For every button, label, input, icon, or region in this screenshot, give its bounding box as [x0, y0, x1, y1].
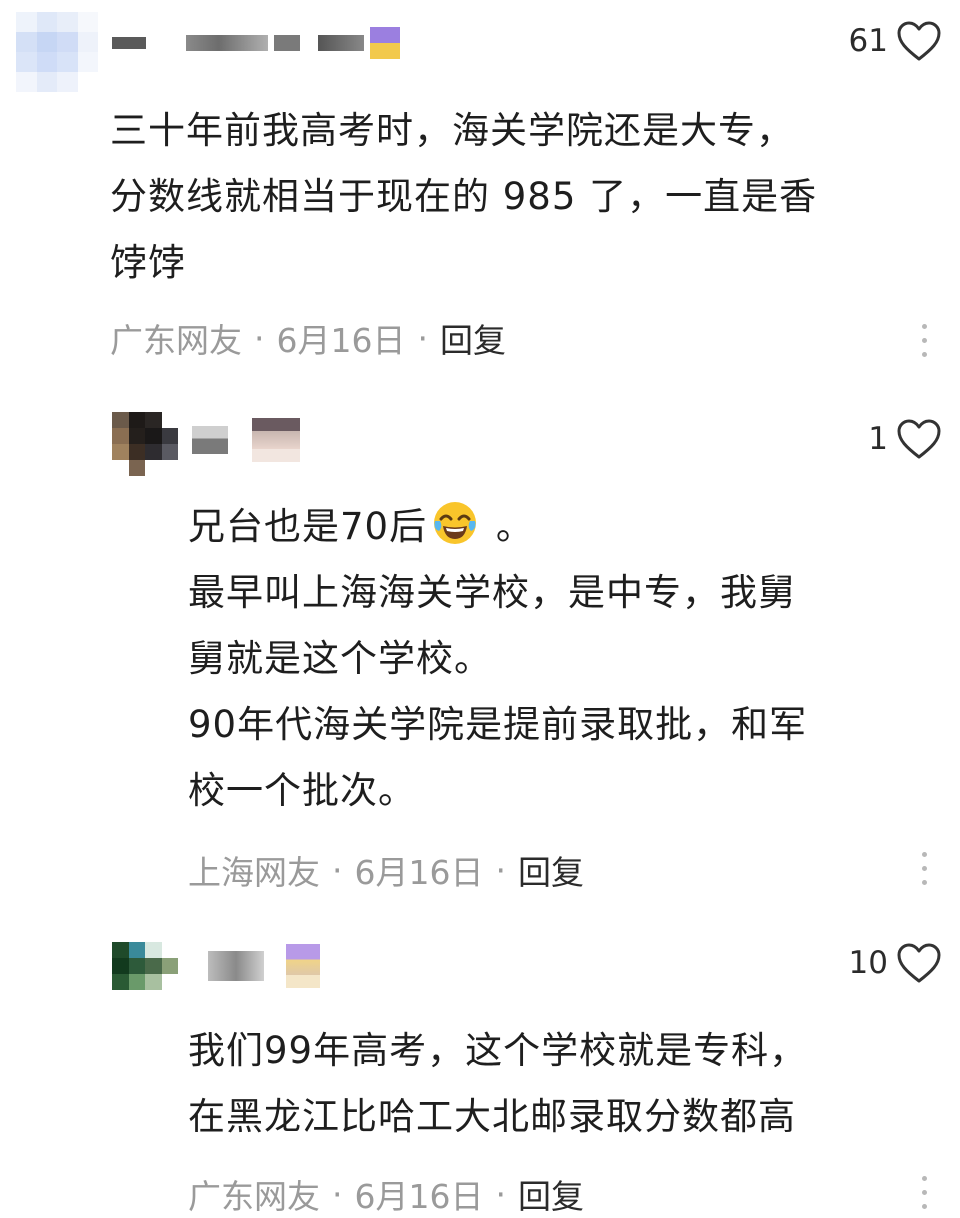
comment-location: 广东网友: [110, 321, 242, 360]
comment-meta: 上海网友 · 6月16日 · 回复: [188, 846, 584, 894]
separator-dot: ·: [495, 850, 507, 890]
comment-text: 我们99年高考，这个学校就是专科， 在黑龙江比哈工大北邮录取分数都高: [188, 1029, 808, 1138]
comment-text-part: 最早叫上海海关学校，是中专，我舅 舅就是这个学校。 90年代海关学院是提前录取批…: [188, 571, 808, 812]
username[interactable]: [192, 418, 300, 462]
comment-location: 上海网友: [188, 853, 320, 892]
heart-outline-icon: [896, 942, 942, 984]
more-vertical-icon[interactable]: [920, 1176, 928, 1209]
reply-button[interactable]: 回复: [518, 1170, 584, 1218]
comment-text: 兄台也是70后 。 最早叫上海海关学校，是中专，我舅 舅就是这个学校。 90年代…: [188, 494, 807, 824]
comment-text: 三十年前我高考时，海关学院还是大专， 分数线就相当于现在的 985 了，一直是香…: [110, 109, 818, 284]
like-button[interactable]: 10: [849, 942, 942, 984]
reply-button[interactable]: 回复: [440, 314, 506, 362]
avatar[interactable]: [112, 942, 178, 990]
more-vertical-icon[interactable]: [920, 324, 928, 357]
comment-date: 6月16日: [276, 321, 406, 360]
separator-dot: ·: [332, 850, 343, 890]
more-vertical-icon[interactable]: [920, 852, 928, 885]
like-count: 1: [868, 421, 888, 457]
comment-date: 6月16日: [354, 853, 484, 892]
like-count: 61: [848, 23, 888, 59]
heart-outline-icon: [896, 20, 942, 62]
like-count: 10: [848, 945, 888, 981]
username[interactable]: [208, 944, 320, 988]
like-button[interactable]: 1: [868, 418, 942, 460]
reply-button[interactable]: 回复: [518, 846, 584, 894]
comment-text-part: 。: [483, 505, 534, 548]
username[interactable]: [112, 23, 400, 63]
separator-dot: ·: [417, 318, 429, 358]
separator-dot: ·: [254, 318, 265, 358]
like-button[interactable]: 61: [849, 20, 942, 62]
comment-meta: 广东网友 · 6月16日 · 回复: [188, 1170, 584, 1218]
comment-location: 广东网友: [188, 1177, 320, 1216]
comment-text-part: 兄台也是70后: [188, 505, 428, 548]
separator-dot: ·: [332, 1174, 343, 1214]
avatar[interactable]: [16, 12, 98, 92]
heart-outline-icon: [896, 418, 942, 460]
comment-date: 6月16日: [354, 1177, 484, 1216]
separator-dot: ·: [495, 1174, 507, 1214]
comment-meta: 广东网友 · 6月16日 · 回复: [110, 314, 506, 362]
avatar[interactable]: [112, 412, 178, 476]
tears-of-joy-emoji-icon: [431, 499, 479, 547]
